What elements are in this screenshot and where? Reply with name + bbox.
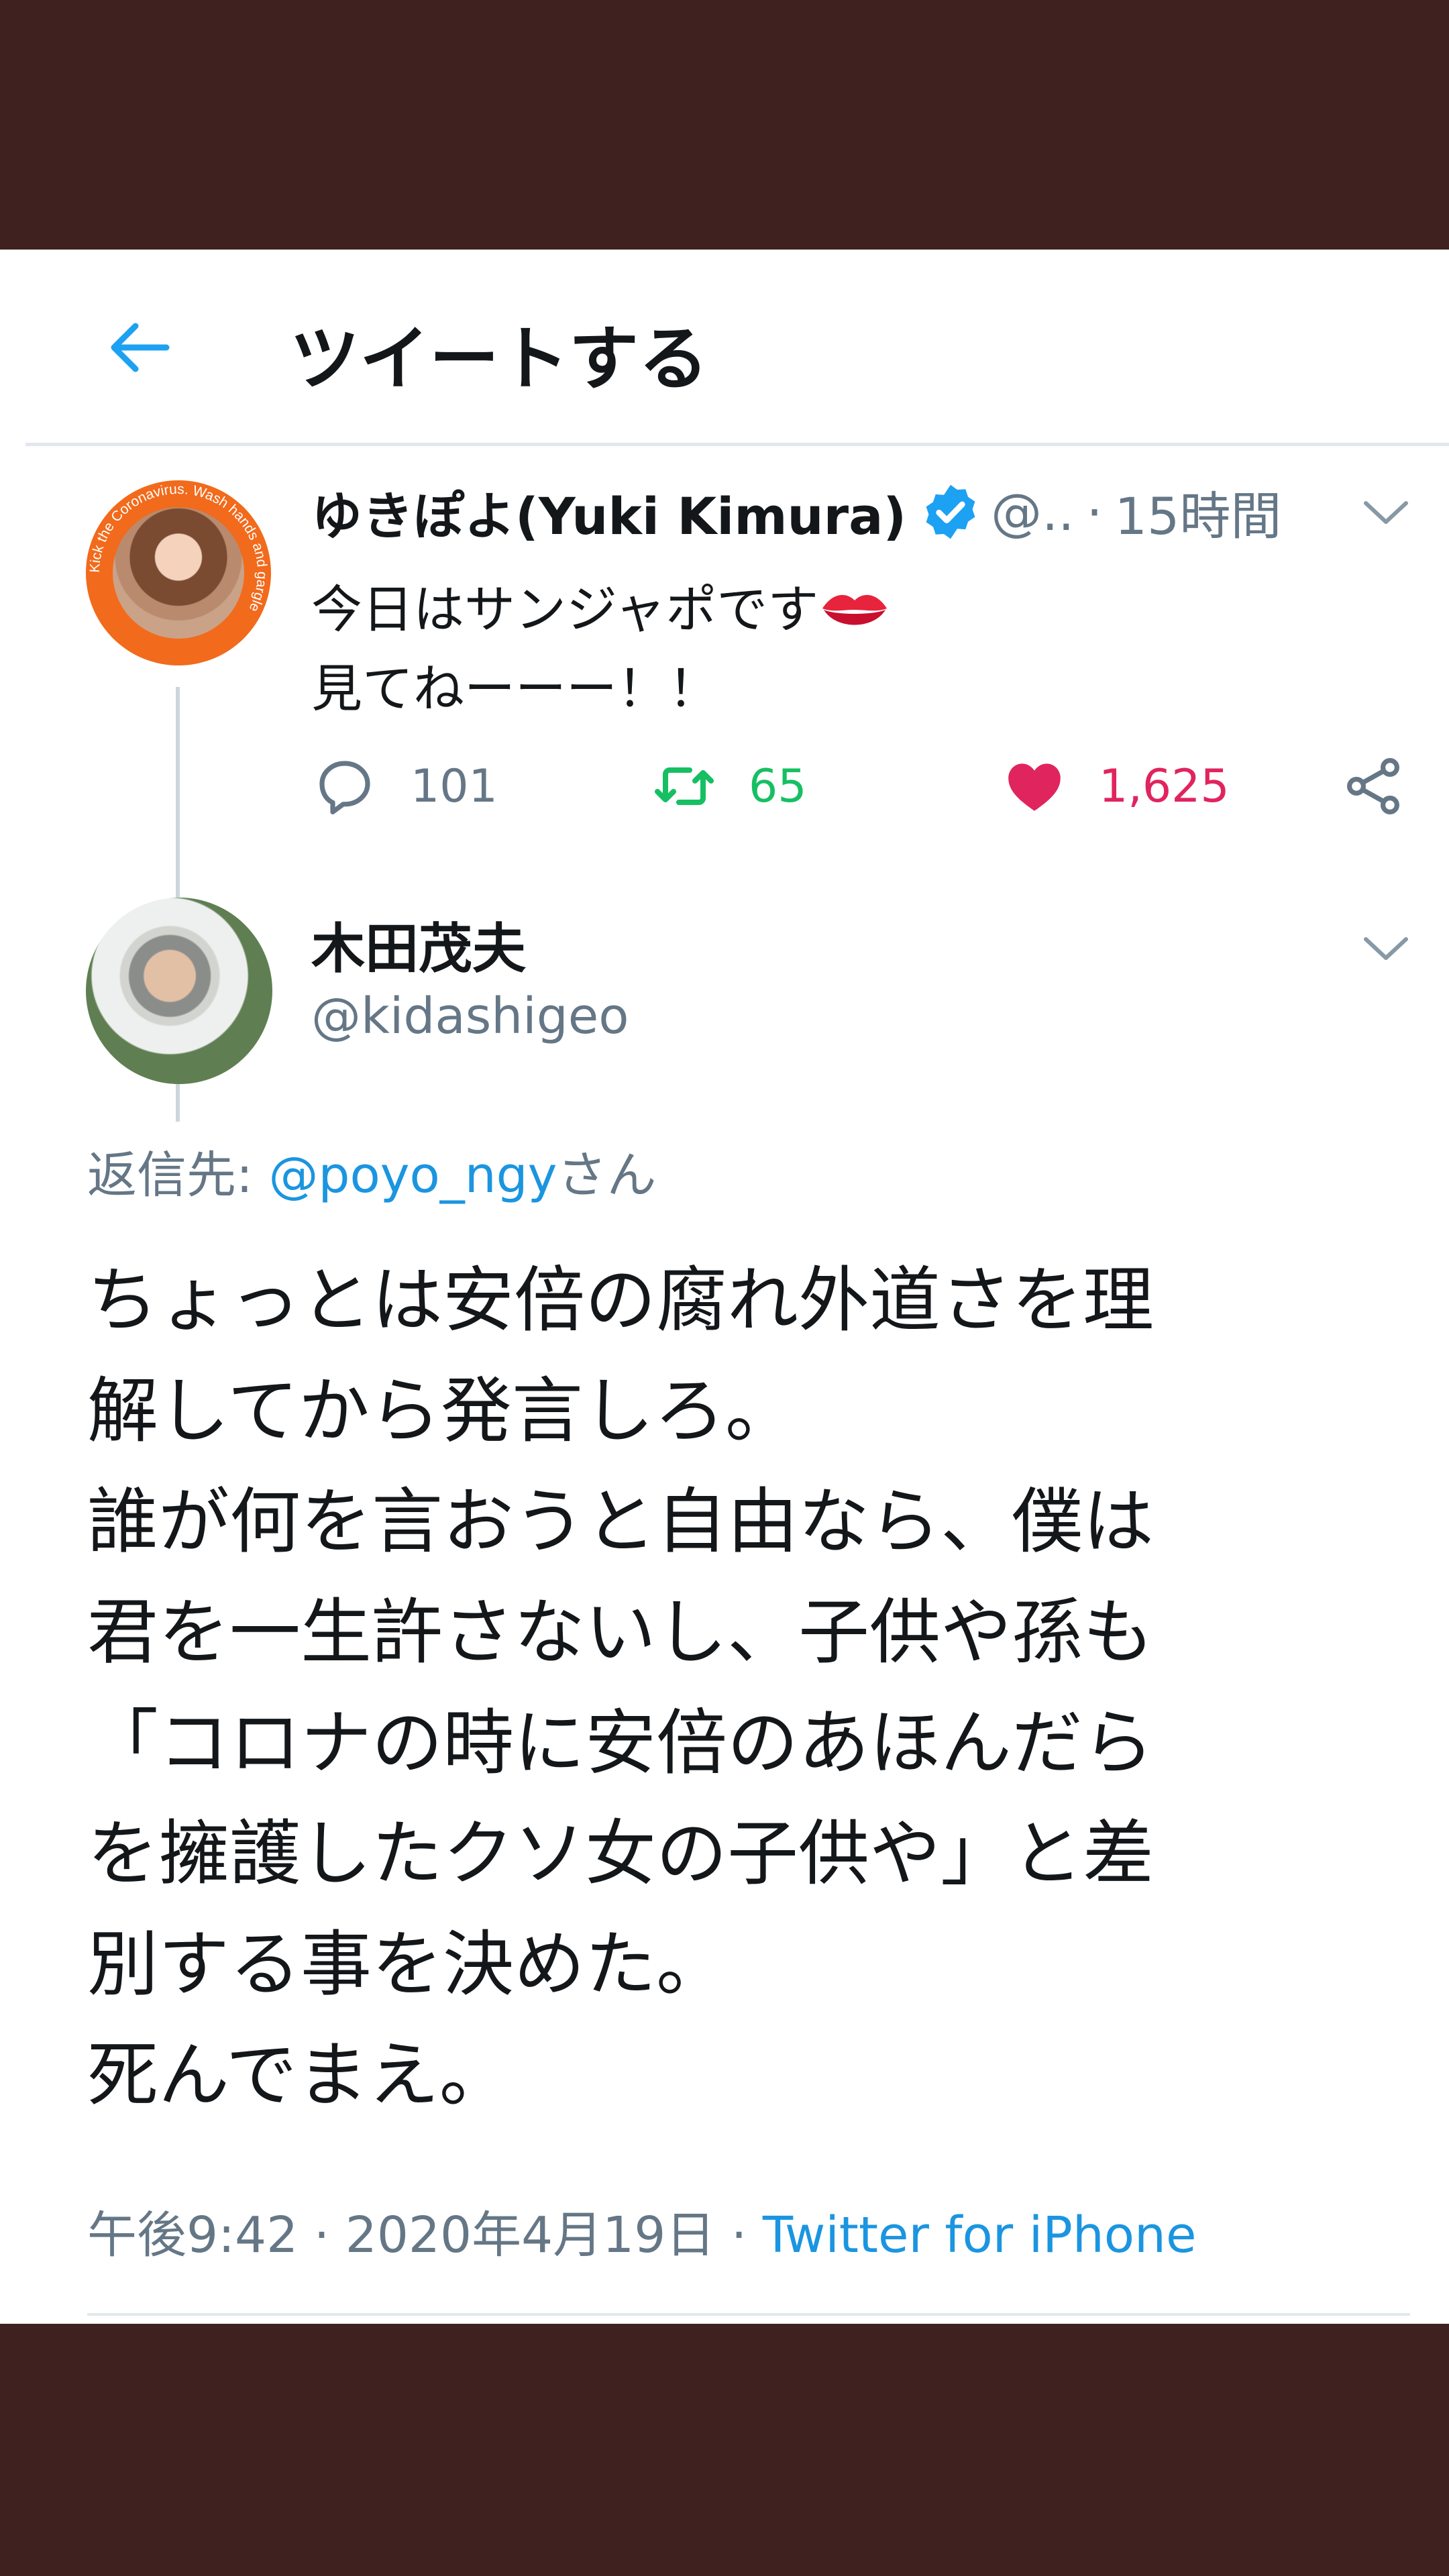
avatar-kidashigeo[interactable] (86, 898, 272, 1084)
tweet-text-line: ちょっとは安倍の腐れ外道さを理 (87, 1259, 1154, 1342)
parent-text-line: 見てねーーー！！ (311, 659, 719, 718)
bottom-divider (87, 2313, 1410, 2316)
retweet-count: 65 (749, 759, 807, 813)
kiss-icon (822, 594, 888, 625)
tweet-text-line: 死んでまえ。 (87, 2034, 511, 2116)
heart-icon (1008, 763, 1061, 811)
parent-handle[interactable]: @.. (991, 482, 1074, 542)
parent-display-name[interactable]: ゆきぽよ(Yuki Kimura) (311, 475, 906, 549)
tweet-card: ツイートする Kick the Coronavirus. Wash hands … (0, 250, 1449, 2324)
page-title: ツイートする (290, 318, 709, 400)
retweet-icon (655, 767, 714, 805)
chevron-down-icon[interactable] (1362, 934, 1410, 963)
main-tweet-text: ちょっとは安倍の腐れ外道さを理 解してから発言しろ。 誰が何を言おうと自由なら、… (87, 1245, 1395, 2131)
reply-button[interactable]: 101 (314, 746, 498, 826)
timestamp-text[interactable]: 午後9:42 · 2020年4月19日 · (87, 2206, 763, 2264)
share-button[interactable] (1342, 746, 1438, 826)
avatar-yuki[interactable]: Kick the Coronavirus. Wash hands and gar… (86, 480, 271, 665)
header: ツイートする (0, 250, 1449, 446)
tweet-text-line: 誰が何を言おうと自由なら、僕は (87, 1481, 1154, 1563)
back-arrow-icon[interactable] (106, 314, 173, 381)
verified-icon (926, 484, 975, 539)
tweet-source-link[interactable]: Twitter for iPhone (763, 2206, 1197, 2264)
tweet-timestamp: 午後9:42 · 2020年4月19日 · Twitter for iPhone (87, 2195, 1197, 2267)
tweet-text-line: 別する事を決めた。 (87, 1923, 727, 2006)
avatar-ring-text: Kick the Coronavirus. Wash hands and gar… (87, 482, 270, 614)
replying-to: 返信先: @poyo_ngyさん (87, 1135, 656, 1207)
meta-separator: · (1086, 482, 1103, 542)
svg-text:Kick the Coronavirus. Wash han: Kick the Coronavirus. Wash hands and gar… (87, 482, 270, 614)
like-button[interactable]: 1,625 (1002, 746, 1230, 826)
parent-time[interactable]: 15時間 (1115, 475, 1282, 549)
author-handle[interactable]: @kidashigeo (311, 987, 629, 1045)
tweet-text-line: 解してから発言しろ。 (87, 1370, 796, 1452)
retweet-button[interactable]: 65 (652, 746, 807, 826)
parent-tweet-text: 今日はサンジャポです 見てねーーー！！ (311, 570, 891, 729)
share-icon (1347, 758, 1399, 814)
chevron-down-icon[interactable] (1362, 498, 1410, 527)
reply-suffix: さん (557, 1146, 657, 1204)
like-count: 1,625 (1099, 759, 1230, 813)
parent-tweet-header: ゆきぽよ(Yuki Kimura) @.. · 15時間 (311, 475, 1281, 549)
author-display-name[interactable]: 木田茂夫 (311, 906, 526, 983)
parent-actions: 101 65 1,625 (0, 746, 1449, 826)
reply-mention-link[interactable]: @poyo_ngy (268, 1146, 557, 1204)
parent-text-line: 今日はサンジャポです (311, 580, 819, 639)
tweet-text-line: 「コロナの時に安倍のあほんだら (87, 1702, 1154, 1784)
reply-prefix: 返信先: (87, 1146, 269, 1204)
reply-count: 101 (411, 759, 498, 813)
header-divider (25, 443, 1449, 446)
tweet-text-line: 君を一生許さないし、子供や孫も (87, 1591, 1154, 1674)
reply-icon (319, 761, 370, 814)
tweet-text-line: を擁護したクソ女の子供や」と差 (87, 1813, 1154, 1895)
